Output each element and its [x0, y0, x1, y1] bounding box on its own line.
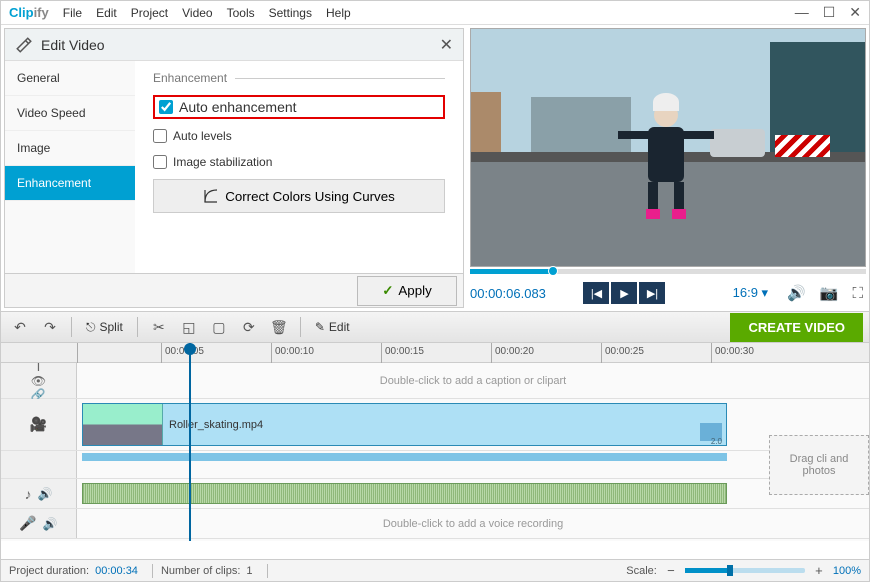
- image-stabilization-checkbox[interactable]: [153, 155, 167, 169]
- status-bar: Project duration: 00:00:34 Number of cli…: [1, 559, 869, 581]
- caption-hint: Double-click to add a caption or clipart: [380, 375, 566, 387]
- clip-speed-label: 2.0: [711, 437, 722, 446]
- menu-settings[interactable]: Settings: [269, 6, 312, 20]
- undo-button[interactable]: ↶: [7, 315, 33, 339]
- check-icon: ✓: [382, 283, 393, 299]
- eye-icon[interactable]: 👁: [31, 374, 46, 388]
- video-track[interactable]: 🎥 Roller_skating.mp4 2.0 Drag cli and ph…: [1, 399, 869, 451]
- app-logo: Clipify: [9, 5, 49, 20]
- clips-value: 1: [246, 565, 252, 577]
- audio-mute-icon[interactable]: 🔊: [38, 487, 53, 501]
- snapshot-icon[interactable]: 📷: [820, 284, 839, 302]
- scale-label: Scale:: [626, 565, 657, 577]
- timeline-toolbar: ↶ ↷ ⎋Split ✂ ◱ ▢ ⟳ 🗑 ✎Edit CREATE VIDEO: [1, 311, 869, 343]
- timeline-ruler[interactable]: 00:00:05 00:00:10 00:00:15 00:00:20 00:0…: [1, 343, 869, 363]
- menu-bar: Clipify File Edit Project Video Tools Se…: [1, 1, 869, 25]
- voice-mute-icon[interactable]: 🔊: [43, 517, 58, 531]
- curves-icon: [203, 188, 219, 204]
- preview-progress[interactable]: [470, 269, 866, 274]
- cut-button[interactable]: ✂: [146, 315, 172, 339]
- clip-name: Roller_skating.mp4: [169, 419, 263, 431]
- auto-enhancement-row[interactable]: Auto enhancement: [153, 95, 445, 119]
- image-stabilization-row[interactable]: Image stabilization: [153, 153, 445, 171]
- zoom-in-button[interactable]: +: [811, 563, 827, 578]
- auto-levels-row[interactable]: Auto levels: [153, 127, 445, 145]
- split-icon: ⎋: [86, 320, 96, 335]
- menu-help[interactable]: Help: [326, 6, 351, 20]
- tab-image[interactable]: Image: [5, 131, 135, 166]
- fullscreen-icon[interactable]: ⛶: [852, 285, 863, 302]
- mic-icon: 🎤: [19, 515, 36, 532]
- delete-button[interactable]: 🗑: [266, 315, 292, 339]
- zoom-slider[interactable]: [685, 568, 805, 573]
- panel-title: Edit Video: [41, 37, 440, 53]
- clip-thumbnail: [83, 404, 163, 445]
- image-stabilization-label: Image stabilization: [173, 155, 272, 169]
- play-button[interactable]: ▶: [611, 282, 637, 304]
- timecode: 00:00:06.083: [470, 286, 546, 301]
- aspect-ratio-selector[interactable]: 16:9 ▾: [733, 285, 768, 301]
- menu-edit[interactable]: Edit: [96, 6, 117, 20]
- voice-hint: Double-click to add a voice recording: [383, 518, 563, 530]
- timeline: 00:00:05 00:00:10 00:00:15 00:00:20 00:0…: [1, 343, 869, 541]
- zoom-value: 100%: [833, 565, 861, 577]
- correct-colors-button[interactable]: Correct Colors Using Curves: [153, 179, 445, 213]
- menu-project[interactable]: Project: [131, 6, 168, 20]
- auto-enhancement-checkbox[interactable]: [159, 100, 173, 114]
- transition-track[interactable]: [1, 451, 869, 479]
- auto-enhancement-label: Auto enhancement: [179, 99, 297, 115]
- close-icon[interactable]: ✕: [849, 4, 861, 21]
- voice-track[interactable]: 🎤 🔊 Double-click to add a voice recording: [1, 509, 869, 539]
- caption-track[interactable]: T👁🔗 Double-click to add a caption or cli…: [1, 363, 869, 399]
- audio-waveform[interactable]: [82, 483, 727, 504]
- video-clip[interactable]: Roller_skating.mp4 2.0: [82, 403, 727, 446]
- duration-label: Project duration:: [9, 565, 89, 577]
- auto-levels-checkbox[interactable]: [153, 129, 167, 143]
- panel-close-icon[interactable]: ✕: [440, 35, 453, 55]
- music-icon: ♪: [25, 486, 32, 502]
- clips-label: Number of clips:: [161, 565, 240, 577]
- edit-clip-button[interactable]: ✎Edit: [309, 320, 356, 334]
- split-button[interactable]: ⎋Split: [80, 320, 129, 335]
- video-preview[interactable]: [470, 28, 866, 267]
- menu-tools[interactable]: Tools: [227, 6, 255, 20]
- create-video-button[interactable]: CREATE VIDEO: [730, 313, 863, 342]
- redo-button[interactable]: ↷: [37, 315, 63, 339]
- edit-video-panel: Edit Video ✕ General Video Speed Image E…: [4, 28, 464, 308]
- next-frame-button[interactable]: ▶|: [639, 282, 665, 304]
- prev-frame-button[interactable]: |◀: [583, 282, 609, 304]
- tab-general[interactable]: General: [5, 61, 135, 96]
- frame-button[interactable]: ▢: [206, 315, 232, 339]
- rotate-button[interactable]: ⟳: [236, 315, 262, 339]
- enhancement-content: Enhancement Auto enhancement Auto levels…: [135, 61, 463, 273]
- volume-icon[interactable]: 🔊: [787, 284, 806, 302]
- tab-video-speed[interactable]: Video Speed: [5, 96, 135, 131]
- minimize-icon[interactable]: —: [795, 4, 809, 21]
- audio-track[interactable]: ♪🔊: [1, 479, 869, 509]
- menu-video[interactable]: Video: [182, 6, 212, 20]
- edit-icon: [15, 36, 33, 54]
- maximize-icon[interactable]: ☐: [823, 4, 836, 21]
- preview-pane: 00:00:06.083 |◀ ▶ ▶| 16:9 ▾ 🔊 📷 ⛶: [470, 28, 866, 308]
- duration-value: 00:00:34: [95, 565, 138, 577]
- playhead[interactable]: [189, 343, 191, 541]
- section-label: Enhancement: [153, 71, 227, 85]
- video-icon: 🎥: [30, 416, 47, 433]
- auto-levels-label: Auto levels: [173, 129, 232, 143]
- panel-tabs: General Video Speed Image Enhancement: [5, 61, 135, 273]
- pencil-icon: ✎: [315, 320, 325, 334]
- zoom-out-button[interactable]: −: [663, 563, 679, 578]
- apply-button[interactable]: ✓Apply: [357, 276, 457, 306]
- crop-button[interactable]: ◱: [176, 315, 202, 339]
- tab-enhancement[interactable]: Enhancement: [5, 166, 135, 201]
- menu-file[interactable]: File: [63, 6, 82, 20]
